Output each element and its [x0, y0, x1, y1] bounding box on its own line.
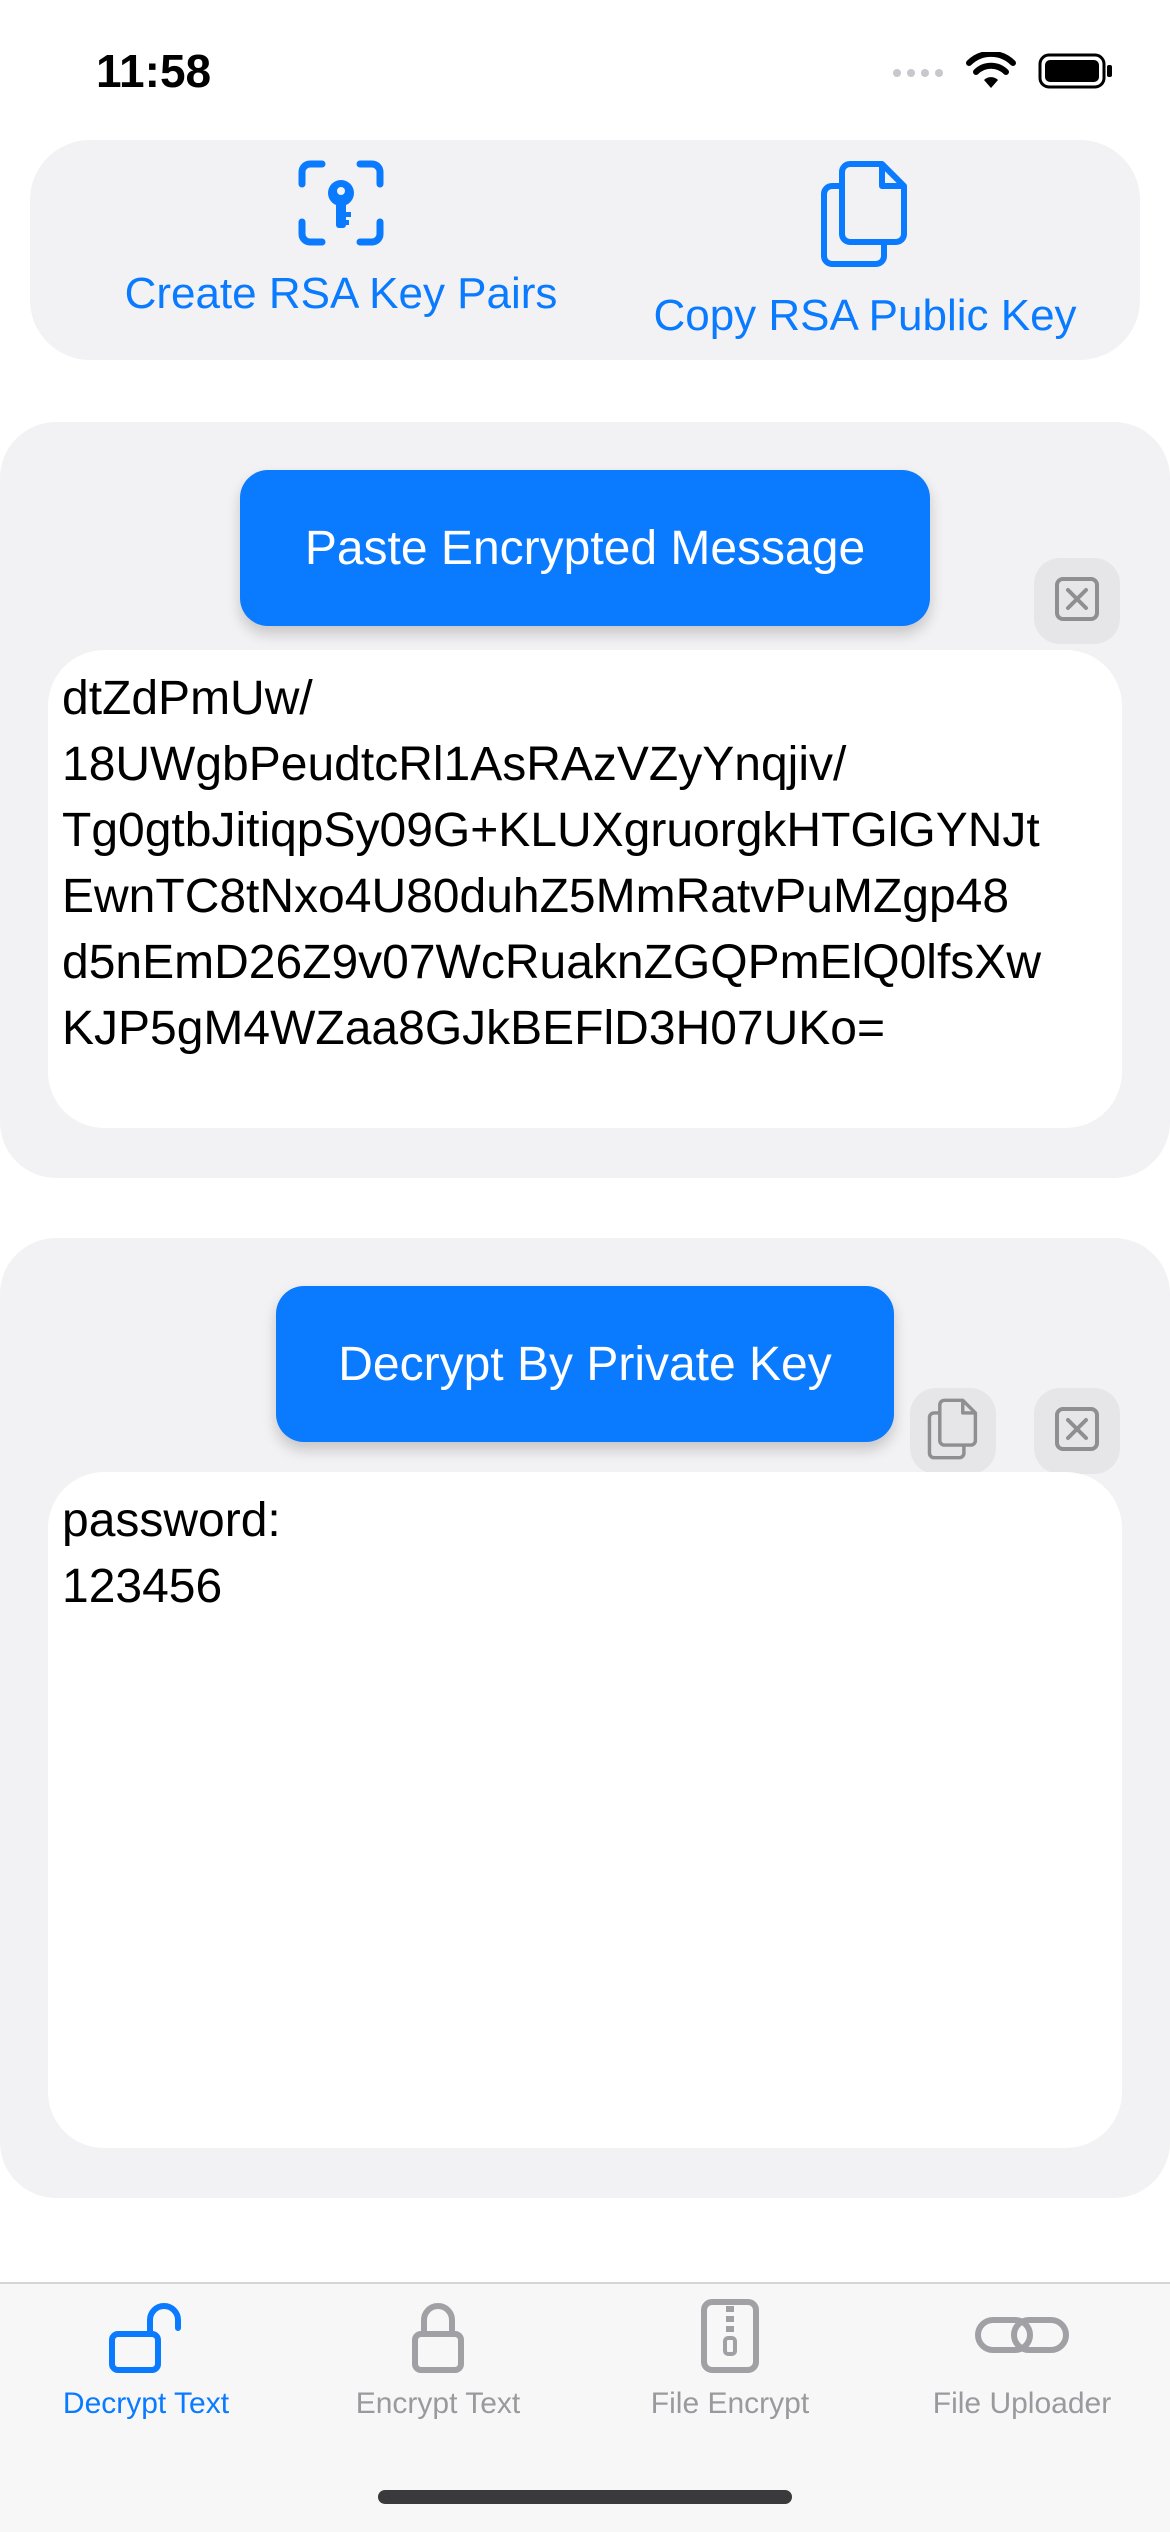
- paste-encrypted-message-button[interactable]: Paste Encrypted Message: [240, 470, 930, 626]
- status-icons: [892, 50, 1114, 95]
- tab-decrypt-text[interactable]: Decrypt Text: [0, 2298, 292, 2421]
- encrypted-message-textarea[interactable]: dtZdPmUw/ 18UWgbPeudtcRl1AsRAzVZyYnqjiv/…: [48, 650, 1122, 1128]
- encrypted-message-panel: Paste Encrypted Message dtZdPmUw/ 18UWgb…: [0, 422, 1170, 1178]
- clear-result-button[interactable]: [1034, 1388, 1120, 1474]
- tab-file-uploader[interactable]: File Uploader: [876, 2298, 1168, 2421]
- decrypted-result-textarea[interactable]: password: 123456: [48, 1472, 1122, 2148]
- cellular-signal-icon: [892, 63, 944, 84]
- status-bar: 11:58: [0, 0, 1170, 140]
- zipper-file-icon: [690, 2298, 770, 2379]
- battery-icon: [1038, 53, 1114, 94]
- copy-documents-icon: [820, 160, 910, 273]
- copy-rsa-public-key-button[interactable]: Copy RSA Public Key: [610, 160, 1120, 341]
- tab-label: Decrypt Text: [62, 2387, 230, 2420]
- decrypted-result-panel: Decrypt By Private Key password: 123456: [0, 1238, 1170, 2198]
- copy-result-button[interactable]: [910, 1388, 996, 1474]
- tab-label: File Encrypt: [650, 2387, 810, 2420]
- tab-label: File Uploader: [932, 2387, 1112, 2420]
- lock-icon: [398, 2298, 478, 2379]
- clear-x-icon: [1054, 1406, 1100, 1457]
- copy-rsa-public-key-label: Copy RSA Public Key: [653, 291, 1077, 340]
- create-rsa-key-pairs-button[interactable]: Create RSA Key Pairs: [116, 160, 566, 319]
- tab-encrypt-text[interactable]: Encrypt Text: [292, 2298, 584, 2421]
- key-viewfinder-icon: [298, 160, 384, 251]
- decrypt-by-private-key-button[interactable]: Decrypt By Private Key: [276, 1286, 894, 1442]
- key-actions-card: Create RSA Key Pairs Copy RSA Public Key: [30, 140, 1140, 360]
- tab-file-encrypt[interactable]: File Encrypt: [584, 2298, 876, 2421]
- screen: 11:58 Create RSA Key Pairs Copy RSA Publ…: [0, 0, 1170, 2532]
- copy-documents-icon: [927, 1398, 979, 1465]
- clear-encrypted-button[interactable]: [1034, 558, 1120, 644]
- tab-label: Encrypt Text: [355, 2387, 521, 2420]
- link-icon: [972, 2298, 1072, 2379]
- wifi-icon: [966, 50, 1016, 95]
- status-time: 11:58: [96, 45, 212, 97]
- lock-open-icon: [106, 2298, 186, 2379]
- create-rsa-key-pairs-label: Create RSA Key Pairs: [124, 269, 558, 318]
- home-indicator[interactable]: [378, 2490, 792, 2504]
- clear-x-icon: [1054, 576, 1100, 627]
